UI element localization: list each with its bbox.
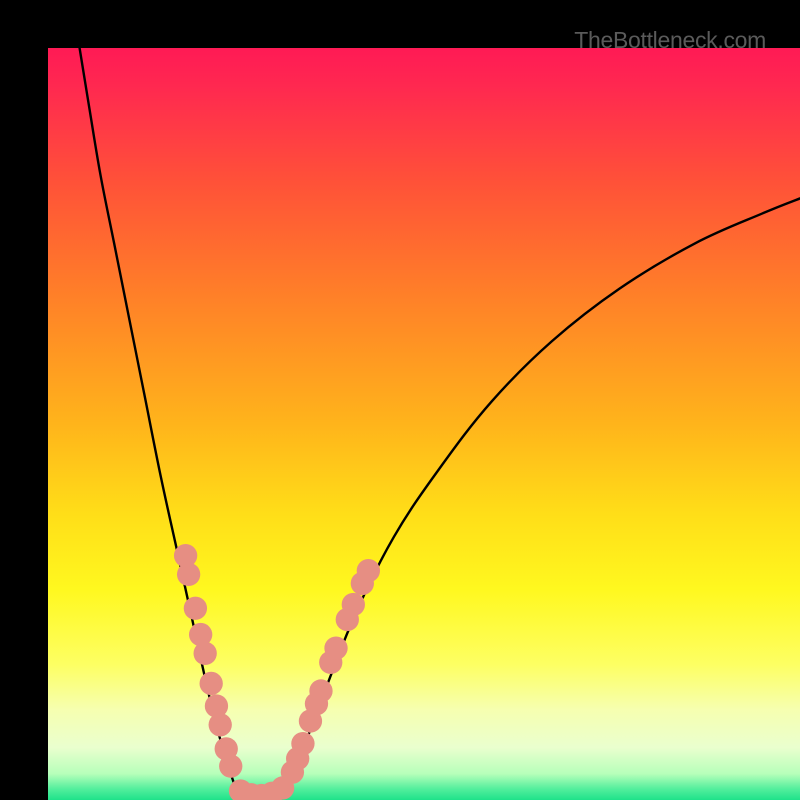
data-marker: [342, 593, 365, 616]
data-marker: [357, 559, 380, 582]
data-marker: [200, 672, 223, 695]
data-marker: [194, 642, 217, 665]
data-marker: [174, 544, 197, 567]
data-marker: [219, 755, 242, 778]
data-marker: [184, 597, 207, 620]
data-marker: [324, 636, 347, 659]
data-marker: [291, 732, 314, 755]
watermark-text: TheBottleneck.com: [574, 27, 766, 54]
chart-background: [48, 48, 800, 800]
chart-frame: TheBottleneck.com: [0, 0, 800, 800]
chart-plot-area: [48, 48, 800, 800]
data-marker: [209, 713, 232, 736]
data-marker: [309, 679, 332, 702]
chart-svg: [48, 48, 800, 800]
